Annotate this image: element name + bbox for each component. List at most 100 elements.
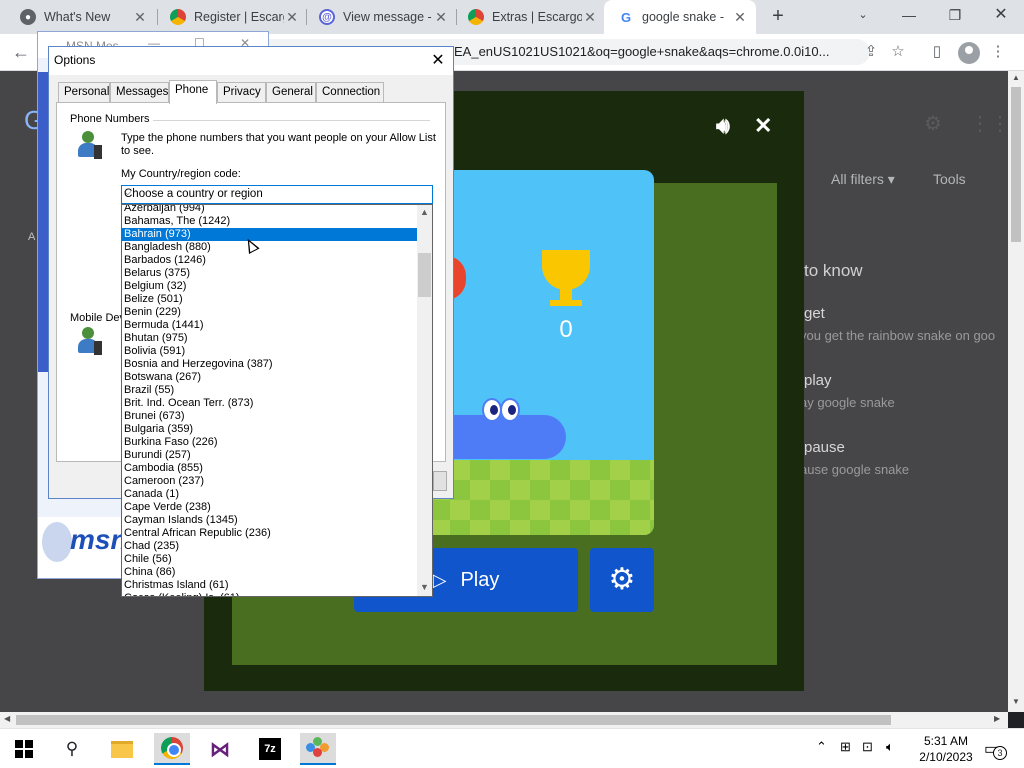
country-option[interactable]: Cape Verde (238)	[122, 501, 417, 514]
faq-title[interactable]: pause	[804, 439, 845, 456]
security-icon[interactable]: ⊞	[840, 739, 851, 755]
country-option[interactable]: Belgium (32)	[122, 280, 417, 293]
country-option[interactable]: Bahrain (973)	[122, 228, 417, 241]
side-panel-icon[interactable]: ▯	[927, 42, 947, 62]
country-option[interactable]: Bulgaria (359)	[122, 423, 417, 436]
country-option[interactable]: Azerbaijan (994)	[122, 205, 417, 215]
scroll-down-arrow-icon[interactable]: ▼	[417, 582, 432, 592]
network-icon[interactable]: ⊡	[862, 739, 873, 755]
msn-messenger-taskbar-button[interactable]	[300, 733, 336, 765]
visual-studio-button[interactable]: ⋈	[202, 733, 238, 765]
faq-title[interactable]: play	[804, 372, 832, 389]
country-option[interactable]: China (86)	[122, 566, 417, 579]
tab-view-message[interactable]: @ View message - ✕	[301, 0, 457, 34]
country-option[interactable]: Bangladesh (880)	[122, 241, 417, 254]
country-option[interactable]: Christmas Island (61)	[122, 579, 417, 592]
new-tab-button[interactable]: +	[766, 4, 790, 28]
menu-kebab-icon[interactable]: ⋮	[988, 42, 1008, 62]
settings-gear-icon[interactable]: ⚙	[924, 111, 942, 136]
system-clock[interactable]: 5:31 AM 2/10/2023	[916, 733, 976, 765]
country-option[interactable]: Brit. Ind. Ocean Terr. (873)	[122, 397, 417, 410]
dialog-title-bar[interactable]: Options ✕	[49, 47, 453, 75]
country-option[interactable]: Brunei (673)	[122, 410, 417, 423]
country-option[interactable]: Cambodia (855)	[122, 462, 417, 475]
profile-avatar[interactable]	[958, 42, 980, 64]
scroll-thumb[interactable]	[16, 715, 891, 725]
faq-title[interactable]: get	[804, 305, 825, 322]
country-option[interactable]: Central African Republic (236)	[122, 527, 417, 540]
country-region-select[interactable]: Choose a country or region ⌵	[121, 185, 433, 204]
country-option[interactable]: Belarus (375)	[122, 267, 417, 280]
tools-button[interactable]: Tools	[933, 171, 966, 187]
country-option[interactable]: Cayman Islands (1345)	[122, 514, 417, 527]
scroll-down-arrow-icon[interactable]: ▼	[1008, 697, 1024, 706]
country-option[interactable]: Cocos (Keeling) Is. (61)	[122, 592, 417, 596]
close-window-button[interactable]: ✕	[978, 0, 1024, 34]
7zip-button[interactable]: 7z	[252, 733, 288, 765]
country-option[interactable]: Chad (235)	[122, 540, 417, 553]
file-explorer-button[interactable]	[104, 733, 140, 765]
close-tab-icon[interactable]: ✕	[284, 9, 300, 26]
close-tab-icon[interactable]: ✕	[582, 9, 598, 26]
tab-messages[interactable]: Messages	[110, 82, 169, 102]
chrome-taskbar-button[interactable]	[154, 733, 190, 765]
page-horizontal-scrollbar[interactable]: ◀ ▶	[0, 712, 1008, 728]
tab-phone[interactable]: Phone	[169, 80, 217, 104]
tab-connection[interactable]: Connection	[316, 82, 384, 102]
close-game-icon[interactable]: ✕	[754, 113, 772, 139]
dialog-button[interactable]	[433, 471, 447, 491]
share-icon[interactable]: ⇪	[861, 42, 881, 62]
country-option[interactable]: Bosnia and Herzegovina (387)	[122, 358, 417, 371]
tab-personal[interactable]: Personal	[58, 82, 110, 102]
country-option[interactable]: Canada (1)	[122, 488, 417, 501]
restore-button[interactable]: ❐	[932, 0, 978, 34]
country-option[interactable]: Botswana (267)	[122, 371, 417, 384]
country-option[interactable]: Brazil (55)	[122, 384, 417, 397]
all-filters-button[interactable]: All filters ▾	[831, 171, 895, 188]
tab-whats-new[interactable]: ● What's New ✕	[0, 0, 156, 34]
tab-privacy[interactable]: Privacy	[217, 82, 266, 102]
country-option[interactable]: Barbados (1246)	[122, 254, 417, 267]
country-option[interactable]: Burkina Faso (226)	[122, 436, 417, 449]
country-option[interactable]: Bermuda (1441)	[122, 319, 417, 332]
country-option[interactable]: Bahamas, The (1242)	[122, 215, 417, 228]
start-button[interactable]	[6, 733, 42, 765]
apps-grid-icon[interactable]: ⋮⋮⋮	[970, 111, 1008, 136]
sound-on-icon[interactable]: 🔊︎	[716, 113, 730, 139]
close-dialog-button[interactable]: ✕	[427, 50, 449, 72]
scroll-up-arrow-icon[interactable]: ▲	[417, 207, 432, 217]
country-option[interactable]: Benin (229)	[122, 306, 417, 319]
close-tab-icon[interactable]: ✕	[732, 9, 748, 26]
volume-icon[interactable]: 🔈︎	[886, 739, 894, 755]
search-icon[interactable]: ⚲	[54, 733, 90, 765]
scroll-left-arrow-icon[interactable]: ◀	[4, 714, 10, 723]
country-option[interactable]: Burundi (257)	[122, 449, 417, 462]
country-option[interactable]: Chile (56)	[122, 553, 417, 566]
country-dropdown-list[interactable]: Azerbaijan (994) Bahamas, The (1242) Bahra…	[121, 204, 433, 597]
tab-search-icon[interactable]: ⌄	[840, 0, 886, 34]
tab-register-escargot[interactable]: Register | Escarg ✕	[152, 0, 308, 34]
show-hidden-icons-chevron-icon[interactable]: ⌃	[816, 739, 827, 755]
tab-google-snake[interactable]: G google snake - ✕	[604, 0, 756, 34]
country-option[interactable]: Bolivia (591)	[122, 345, 417, 358]
close-tab-icon[interactable]: ✕	[433, 9, 449, 26]
scroll-thumb[interactable]	[1011, 87, 1021, 242]
back-arrow-icon[interactable]: ←	[9, 40, 33, 64]
game-settings-button[interactable]: ⚙	[590, 548, 654, 612]
country-option[interactable]: Bhutan (975)	[122, 332, 417, 345]
chevron-down-icon[interactable]: ⌵	[124, 187, 429, 198]
close-tab-icon[interactable]: ✕	[132, 9, 148, 26]
scroll-right-arrow-icon[interactable]: ▶	[994, 714, 1000, 723]
minimize-button[interactable]: —	[886, 0, 932, 34]
tab-general[interactable]: General	[266, 82, 316, 102]
dropdown-scrollbar[interactable]: ▲ ▼	[417, 205, 432, 596]
country-option[interactable]: Cameroon (237)	[122, 475, 417, 488]
scroll-up-arrow-icon[interactable]: ▲	[1008, 73, 1024, 82]
7zip-icon: 7z	[259, 738, 281, 760]
country-option[interactable]: Belize (501)	[122, 293, 417, 306]
page-vertical-scrollbar[interactable]: ▲ ▼	[1008, 71, 1024, 712]
bookmark-star-icon[interactable]: ☆	[888, 42, 908, 62]
scroll-thumb[interactable]	[418, 253, 431, 297]
snake-game-board[interactable]: 0	[430, 170, 654, 535]
tab-extras-escargot[interactable]: Extras | Escargo ✕	[450, 0, 606, 34]
